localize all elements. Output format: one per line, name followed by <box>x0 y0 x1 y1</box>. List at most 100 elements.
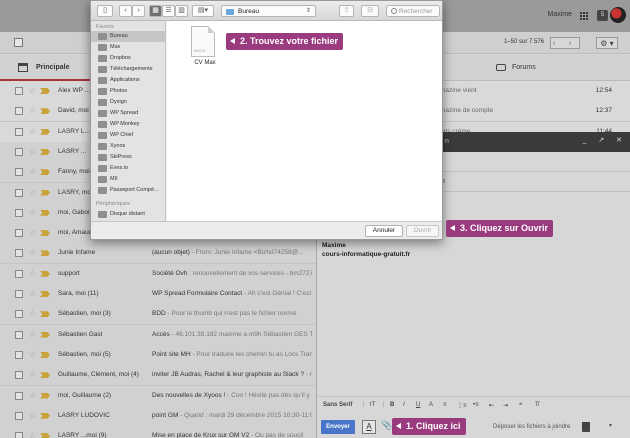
send-button[interactable]: Envoyer <box>321 420 355 434</box>
column-view-icon[interactable]: ▥ <box>175 5 188 17</box>
importance-icon[interactable] <box>40 189 50 196</box>
text-format-icon[interactable]: A <box>362 420 376 434</box>
row-checkbox[interactable] <box>15 208 23 217</box>
sidebar-item[interactable]: Passeport Compé... <box>91 185 166 196</box>
row-checkbox[interactable] <box>15 330 23 339</box>
sidebar-item[interactable]: WP Spread <box>91 108 166 119</box>
star-icon[interactable]: ☆ <box>29 411 36 420</box>
sidebar-item[interactable]: Eves.io <box>91 163 166 174</box>
row-checkbox[interactable] <box>15 188 23 197</box>
sidebar-item[interactable]: WP Monkey <box>91 119 166 130</box>
row-checkbox[interactable] <box>15 371 23 380</box>
star-icon[interactable]: ☆ <box>29 127 36 136</box>
star-icon[interactable]: ☆ <box>29 391 36 400</box>
tab-forums[interactable]: Forums <box>490 55 630 81</box>
location-select[interactable]: Bureau ⇕ <box>221 5 316 17</box>
sidebar-item[interactable]: Max <box>91 42 166 53</box>
avatar[interactable] <box>610 7 626 23</box>
sidebar-item[interactable]: MII <box>91 174 166 185</box>
pager-arrows-icon[interactable]: ‹ › <box>550 37 580 49</box>
tag-icon[interactable]: ⊟ <box>361 5 379 17</box>
indent-icon[interactable]: ⇥ <box>503 402 508 409</box>
star-icon[interactable]: ☆ <box>29 248 36 257</box>
importance-icon[interactable] <box>40 372 50 379</box>
importance-icon[interactable] <box>40 291 50 297</box>
italic-icon[interactable]: I <box>403 402 405 408</box>
importance-icon[interactable] <box>40 169 50 176</box>
open-button[interactable]: Ouvrir <box>406 225 439 237</box>
share-icon[interactable]: ⇪ <box>339 5 354 17</box>
select-all-checkbox[interactable] <box>14 38 23 47</box>
apps-grid-icon[interactable] <box>579 11 588 20</box>
star-icon[interactable]: ☆ <box>29 167 36 176</box>
importance-icon[interactable] <box>40 311 50 318</box>
row-checkbox[interactable] <box>15 432 23 438</box>
trash-icon[interactable] <box>582 422 590 432</box>
row-checkbox[interactable] <box>15 350 23 359</box>
importance-icon[interactable] <box>40 412 50 419</box>
star-icon[interactable]: ☆ <box>29 309 36 318</box>
search-input[interactable]: Rechercher <box>386 5 440 17</box>
text-color-icon[interactable]: A <box>429 402 433 408</box>
star-icon[interactable]: ☆ <box>29 330 36 339</box>
quote-icon[interactable]: ❝ <box>519 402 522 409</box>
row-checkbox[interactable] <box>15 249 23 258</box>
sidebar-item[interactable]: Photos <box>91 86 166 97</box>
row-checkbox[interactable] <box>15 310 23 319</box>
back-icon[interactable]: ‹ <box>119 5 132 17</box>
attach-icon[interactable]: 📎 <box>381 420 392 431</box>
row-checkbox[interactable] <box>15 168 23 177</box>
row-checkbox[interactable] <box>15 127 23 136</box>
numbered-list-icon[interactable]: ⋮≡ <box>457 402 467 409</box>
importance-icon[interactable] <box>40 148 50 155</box>
importance-icon[interactable] <box>40 230 50 237</box>
row-checkbox[interactable] <box>15 147 23 156</box>
notifications-badge[interactable]: 5 <box>597 10 608 21</box>
star-icon[interactable]: ☆ <box>29 86 36 95</box>
sidebar-item[interactable]: Xyoos <box>91 141 166 152</box>
importance-icon[interactable] <box>40 331 50 338</box>
row-checkbox[interactable] <box>15 229 23 238</box>
star-icon[interactable]: ☆ <box>29 228 36 237</box>
icon-view-icon[interactable]: ▦ <box>149 5 162 17</box>
importance-icon[interactable] <box>40 209 50 216</box>
star-icon[interactable]: ☆ <box>29 208 36 217</box>
row-checkbox[interactable] <box>15 290 23 298</box>
importance-icon[interactable] <box>40 108 50 115</box>
font-size-icon[interactable]: тT <box>369 402 375 408</box>
sidebar-item[interactable]: Téléchargements <box>91 64 166 75</box>
importance-icon[interactable] <box>40 128 50 135</box>
signature[interactable]: Maxime cours-informatique-gratuit.fr <box>322 241 410 259</box>
importance-icon[interactable] <box>40 88 50 94</box>
document-file-icon[interactable]: DOCX <box>191 26 215 57</box>
user-name[interactable]: Maxime <box>547 11 572 18</box>
row-checkbox[interactable] <box>15 391 23 400</box>
row-checkbox[interactable] <box>15 87 23 95</box>
cover-flow-icon[interactable]: ▤▾ <box>192 5 214 17</box>
sidebar-item[interactable]: SkiPress <box>91 152 166 163</box>
importance-icon[interactable] <box>40 250 50 257</box>
sidebar-item-device[interactable]: Disque distant <box>91 209 166 220</box>
row-checkbox[interactable] <box>15 269 23 278</box>
bulleted-list-icon[interactable]: •≡ <box>473 402 479 408</box>
list-view-icon[interactable]: ☰ <box>162 5 175 17</box>
underline-icon[interactable]: U <box>416 402 420 408</box>
importance-icon[interactable] <box>40 351 50 358</box>
star-icon[interactable]: ☆ <box>29 147 36 156</box>
row-checkbox[interactable] <box>15 411 23 420</box>
star-icon[interactable]: ☆ <box>29 106 36 115</box>
cancel-button[interactable]: Annuler <box>365 225 403 237</box>
settings-gear-icon[interactable]: ⚙ ▾ <box>596 37 618 49</box>
importance-icon[interactable] <box>40 270 50 277</box>
sidebar-toggle-icon[interactable]: ▯ <box>97 5 113 17</box>
bold-icon[interactable]: B <box>390 402 394 408</box>
more-options-icon[interactable]: ▾ <box>609 422 612 429</box>
sidebar-item[interactable]: Applications <box>91 75 166 86</box>
file-name[interactable]: CV Max <box>191 60 219 66</box>
font-family-select[interactable]: Sans Serif <box>323 402 352 408</box>
outdent-icon[interactable]: ⇤ <box>489 402 494 409</box>
window-controls-icon[interactable]: _ ↗ ✕ <box>582 136 627 144</box>
align-icon[interactable]: ≡ <box>443 402 447 408</box>
star-icon[interactable]: ☆ <box>29 269 36 278</box>
clear-formatting-icon[interactable]: T̸ <box>535 402 539 408</box>
